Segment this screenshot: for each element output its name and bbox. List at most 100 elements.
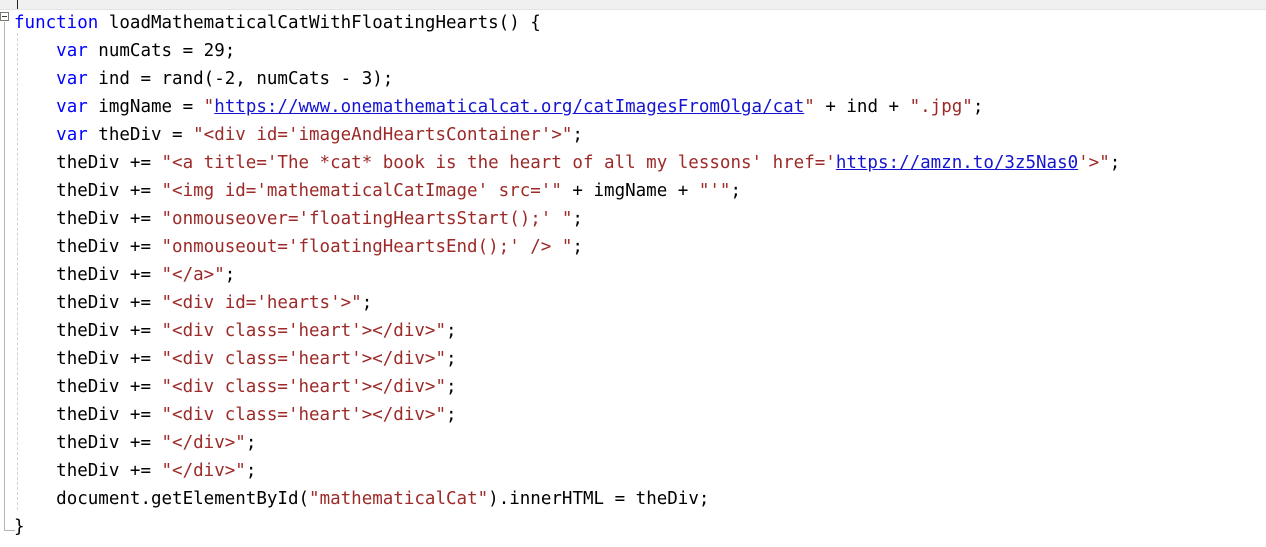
code-text: ; [245, 461, 257, 481]
code-text: ind = rand(-2, numCats - 3); [87, 69, 394, 89]
code-line[interactable]: theDiv += "<img id='mathematicalCatImage… [0, 177, 1266, 205]
code-line[interactable]: theDiv += "onmouseover='floatingHeartsSt… [0, 205, 1266, 233]
code-string: " [804, 97, 815, 117]
code-editor[interactable]: function loadMathematicalCatWithFloating… [0, 0, 1266, 547]
code-url-link[interactable]: https://amzn.to/3z5Nas0 [836, 153, 1078, 173]
code-string: "</a>" [161, 265, 225, 285]
code-text-area[interactable]: function loadMathematicalCatWithFloating… [0, 9, 1266, 541]
code-line[interactable]: theDiv += "</a>"; [0, 261, 1266, 289]
code-line[interactable]: var imgName = "https://www.onemathematic… [0, 93, 1266, 121]
code-text: theDiv += [56, 321, 162, 341]
code-line[interactable]: theDiv += "<div class='heart'></div>"; [0, 373, 1266, 401]
code-keyword: var [56, 69, 88, 89]
code-string: '>" [1078, 153, 1110, 173]
code-text: theDiv += [56, 461, 162, 481]
code-text: document.getElementById( [56, 489, 310, 509]
code-url-link[interactable]: https://www.onemathematicalcat.org/catIm… [214, 97, 804, 117]
code-text: ; [245, 433, 257, 453]
code-string: ".jpg" [909, 97, 973, 117]
code-line[interactable]: theDiv += "onmouseout='floatingHeartsEnd… [0, 233, 1266, 261]
code-text: ; [572, 209, 583, 229]
code-text: numCats = 29; [87, 41, 236, 61]
code-text: theDiv += [56, 181, 162, 201]
text-cursor [17, 0, 18, 9]
code-line[interactable]: theDiv += "<div class='heart'></div>"; [0, 317, 1266, 345]
code-text: ; [361, 293, 373, 313]
code-string: "onmouseout='floatingHeartsEnd();' /> " [161, 237, 573, 257]
code-text: + ind + [814, 97, 910, 117]
code-string: "<div class='heart'></div>" [161, 377, 446, 397]
code-line[interactable]: } [0, 513, 1266, 541]
code-text: ; [730, 181, 742, 201]
code-text: loadMathematicalCatWithFloatingHearts() … [98, 13, 541, 33]
code-keyword: function [14, 13, 99, 33]
code-keyword: var [56, 125, 88, 145]
code-text: theDiv += [56, 433, 162, 453]
code-string: "<div class='heart'></div>" [161, 321, 446, 341]
code-string: "<div id='hearts'>" [161, 293, 362, 313]
code-line[interactable]: theDiv += "<div class='heart'></div>"; [0, 345, 1266, 373]
code-line[interactable]: var theDiv = "<div id='imageAndHeartsCon… [0, 121, 1266, 149]
code-line[interactable]: theDiv += "<div id='hearts'>"; [0, 289, 1266, 317]
code-text: theDiv += [56, 293, 162, 313]
code-keyword: var [56, 41, 88, 61]
code-text: ; [972, 97, 984, 117]
code-string: "mathematicalCat" [309, 489, 489, 509]
code-string: "<div class='heart'></div>" [161, 349, 446, 369]
code-text: ; [446, 321, 457, 341]
code-text: theDiv += [56, 405, 162, 425]
code-text: theDiv += [56, 237, 162, 257]
code-text: ; [446, 405, 457, 425]
code-string: "<div class='heart'></div>" [161, 405, 446, 425]
code-line[interactable]: document.getElementById("mathematicalCat… [0, 485, 1266, 513]
code-line[interactable]: function loadMathematicalCatWithFloating… [0, 9, 1266, 37]
code-string: "<a title='The *cat* book is the heart o… [161, 153, 836, 173]
code-line[interactable]: theDiv += "</div>"; [0, 457, 1266, 485]
code-text: + imgName + [561, 181, 699, 201]
code-text: theDiv += [56, 377, 162, 397]
code-string: "</div>" [161, 461, 246, 481]
code-text: theDiv += [56, 349, 162, 369]
code-string: "'" [698, 181, 731, 201]
code-text: ; [572, 125, 583, 145]
code-keyword: var [56, 97, 88, 117]
code-text: } [14, 517, 25, 537]
code-line[interactable]: theDiv += "</div>"; [0, 429, 1266, 457]
code-line[interactable]: theDiv += "<div class='heart'></div>"; [0, 401, 1266, 429]
code-line[interactable]: var ind = rand(-2, numCats - 3); [0, 65, 1266, 93]
code-string: "onmouseover='floatingHeartsStart();' " [161, 209, 573, 229]
code-line[interactable]: var numCats = 29; [0, 37, 1266, 65]
code-text: theDiv = [87, 125, 194, 145]
code-text: theDiv += [56, 209, 162, 229]
code-string: " [203, 97, 215, 117]
code-text: ).innerHTML = theDiv; [488, 489, 710, 509]
code-text: ; [446, 349, 457, 369]
code-text: ; [572, 237, 583, 257]
code-string: "<img id='mathematicalCatImage' src='" [161, 181, 562, 201]
code-string: "</div>" [161, 433, 246, 453]
code-text: ; [1109, 153, 1121, 173]
code-text: ; [224, 265, 236, 285]
code-string: "<div id='imageAndHeartsContainer'>" [193, 125, 573, 145]
code-text: imgName = [87, 97, 204, 117]
code-text: theDiv += [56, 265, 162, 285]
code-text: ; [446, 377, 457, 397]
code-line[interactable]: theDiv += "<a title='The *cat* book is t… [0, 149, 1266, 177]
